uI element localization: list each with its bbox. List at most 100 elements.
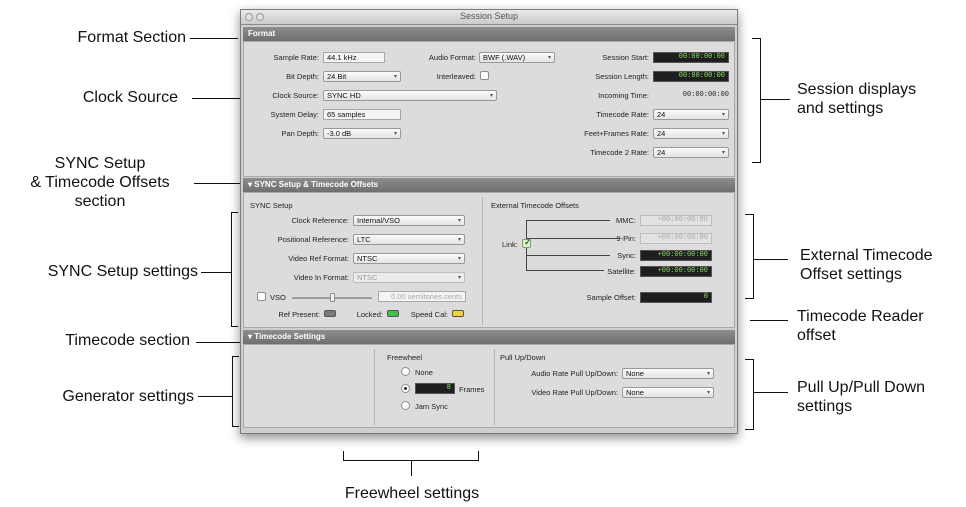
feet-frames-rate-label: Feet+Frames Rate: xyxy=(584,129,649,138)
sync-setup-title: SYNC Setup xyxy=(250,201,293,210)
callout-sync-setup-line3: section xyxy=(74,193,126,210)
video-ref-format-label: Video Ref Format: xyxy=(288,254,349,263)
callout-pullup-line2: settings xyxy=(797,398,853,415)
callout-sync-setup-settings: SYNC Setup settings xyxy=(47,263,198,280)
format-section-header[interactable]: Format xyxy=(243,27,735,41)
callout-line xyxy=(190,38,238,39)
timecode-rate-select[interactable]: 24 ▾ xyxy=(653,109,729,120)
incoming-time-label: Incoming Time: xyxy=(598,91,649,100)
callout-bracket xyxy=(478,451,479,460)
bit-depth-select[interactable]: 24 Bit ▾ xyxy=(323,71,401,82)
audio-format-label: Audio Format: xyxy=(428,53,476,62)
clock-reference-label: Clock Reference: xyxy=(291,216,349,225)
chevron-down-icon: ▾ xyxy=(457,256,461,262)
freewheel-frames-value[interactable]: 8 xyxy=(415,383,455,394)
satellite-offset-value[interactable]: +00:00:00:00 xyxy=(640,266,712,277)
vso-slider-thumb[interactable] xyxy=(330,293,335,302)
ninepin-label: 9-Pin: xyxy=(616,234,636,243)
callout-session-displays-line2: and settings xyxy=(797,100,884,117)
link-label: Link: xyxy=(502,240,518,249)
sample-offset-value[interactable]: 0 xyxy=(640,292,712,303)
audio-format-select[interactable]: BWF (.WAV) ▾ xyxy=(479,52,555,63)
video-in-format-value: NTSC xyxy=(357,273,378,282)
speed-cal-label: Speed Cal: xyxy=(410,310,448,319)
callout-line xyxy=(750,320,788,321)
callout-bracket xyxy=(753,359,754,429)
audio-pull-select[interactable]: None ▾ xyxy=(622,368,714,379)
ninepin-offset-value[interactable]: +00:00:00:00 xyxy=(640,233,712,244)
jam-sync-label: Jam Sync xyxy=(415,402,448,411)
callout-bracket xyxy=(753,214,754,298)
session-setup-window: Session Setup Format Sample Rate: 44.1 k… xyxy=(240,9,738,434)
callout-clock-source: Clock Source xyxy=(82,89,178,106)
locked-label: Locked: xyxy=(356,310,383,319)
timecode-section-title: Timecode Settings xyxy=(254,332,326,341)
system-delay-value: 65 samples xyxy=(323,109,401,120)
video-ref-format-select[interactable]: NTSC ▾ xyxy=(353,253,465,264)
chevron-down-icon: ▾ xyxy=(393,131,397,137)
pan-depth-select[interactable]: -3.0 dB ▾ xyxy=(323,128,401,139)
freewheel-frames-radio[interactable] xyxy=(401,384,410,393)
interleaved-checkbox[interactable] xyxy=(480,71,489,80)
clock-reference-value: Internal/VSO xyxy=(357,216,400,225)
system-delay-label: System Delay: xyxy=(270,110,319,119)
mmc-offset-value[interactable]: +00:00:00:00 xyxy=(640,215,712,226)
callout-bracket xyxy=(752,38,761,39)
callout-session-displays-line1: Session displays xyxy=(797,81,917,98)
timecode2-rate-select[interactable]: 24 ▾ xyxy=(653,147,729,158)
link-checkbox[interactable] xyxy=(522,237,532,248)
clock-reference-select[interactable]: Internal/VSO ▾ xyxy=(353,215,465,226)
sync-section-header[interactable]: ▾ SYNC Setup & Timecode Offsets xyxy=(243,178,735,192)
speed-cal-indicator xyxy=(452,310,464,317)
callout-sync-setup-line1: SYNC Setup xyxy=(54,155,146,172)
callout-freewheel-settings: Freewheel settings xyxy=(344,485,480,502)
callout-bracket xyxy=(232,356,233,426)
bit-depth-label: Bit Depth: xyxy=(286,72,319,81)
freewheel-jam-sync-radio[interactable] xyxy=(401,401,410,410)
callout-reader-offset-line2: offset xyxy=(797,327,836,344)
freewheel-none-radio[interactable] xyxy=(401,367,410,376)
timecode-section-header[interactable]: ▾ Timecode Settings xyxy=(243,330,735,344)
chevron-down-icon: ▾ xyxy=(706,371,710,377)
vso-checkbox[interactable] xyxy=(257,292,266,301)
callout-external-offsets-line1: External Timecode xyxy=(800,247,933,264)
pullup-title: Pull Up/Down xyxy=(500,353,546,362)
callout-bracket xyxy=(745,429,754,430)
title-bar: Session Setup xyxy=(241,10,737,25)
feet-frames-rate-select[interactable]: 24 ▾ xyxy=(653,128,729,139)
timecode-rate-value: 24 xyxy=(657,110,666,119)
video-in-format-select[interactable]: NTSC ▾ xyxy=(353,272,465,283)
clock-source-value: SYNC HD xyxy=(327,91,361,100)
video-in-format-label: Video In Format: xyxy=(293,273,349,282)
sync-section-title: SYNC Setup & Timecode Offsets xyxy=(254,180,379,189)
callout-bracket xyxy=(343,451,344,460)
sample-offset-label: Sample Offset: xyxy=(586,293,636,302)
chevron-down-icon: ▾ xyxy=(706,390,710,396)
session-start-value[interactable]: 00:00:00:00 xyxy=(653,52,729,63)
positional-reference-select[interactable]: LTC ▾ xyxy=(353,234,465,245)
callout-line xyxy=(201,272,231,273)
callout-bracket xyxy=(232,426,239,427)
clock-source-select[interactable]: SYNC HD ▾ xyxy=(323,90,497,101)
section-divider xyxy=(374,349,375,425)
positional-reference-value: LTC xyxy=(357,235,371,244)
video-pull-select[interactable]: None ▾ xyxy=(622,387,714,398)
callout-timecode-section: Timecode section xyxy=(65,332,190,349)
clock-source-label: Clock Source: xyxy=(272,91,319,100)
callout-bracket xyxy=(231,212,232,326)
sync-panel: SYNC Setup Clock Reference: Internal/VSO… xyxy=(243,192,735,328)
format-panel: Sample Rate: 44.1 kHz Bit Depth: 24 Bit ▾… xyxy=(243,41,735,177)
chevron-down-icon: ▾ xyxy=(547,55,551,61)
audio-format-value: BWF (.WAV) xyxy=(483,53,526,62)
callout-bracket xyxy=(745,359,754,360)
vso-value[interactable]: 0.00 semitones.cents xyxy=(378,291,466,302)
callout-line xyxy=(411,460,412,476)
callout-bracket xyxy=(231,326,238,327)
chevron-down-icon: ▾ xyxy=(721,112,725,118)
positional-reference-label: Positional Reference: xyxy=(277,235,349,244)
session-length-value[interactable]: 00:00:00:00 xyxy=(653,71,729,82)
video-ref-format-value: NTSC xyxy=(357,254,378,263)
timecode-rate-label: Timecode Rate: xyxy=(596,110,649,119)
callout-line xyxy=(194,183,242,184)
sync-offset-value[interactable]: +00:00:00:00 xyxy=(640,250,712,261)
